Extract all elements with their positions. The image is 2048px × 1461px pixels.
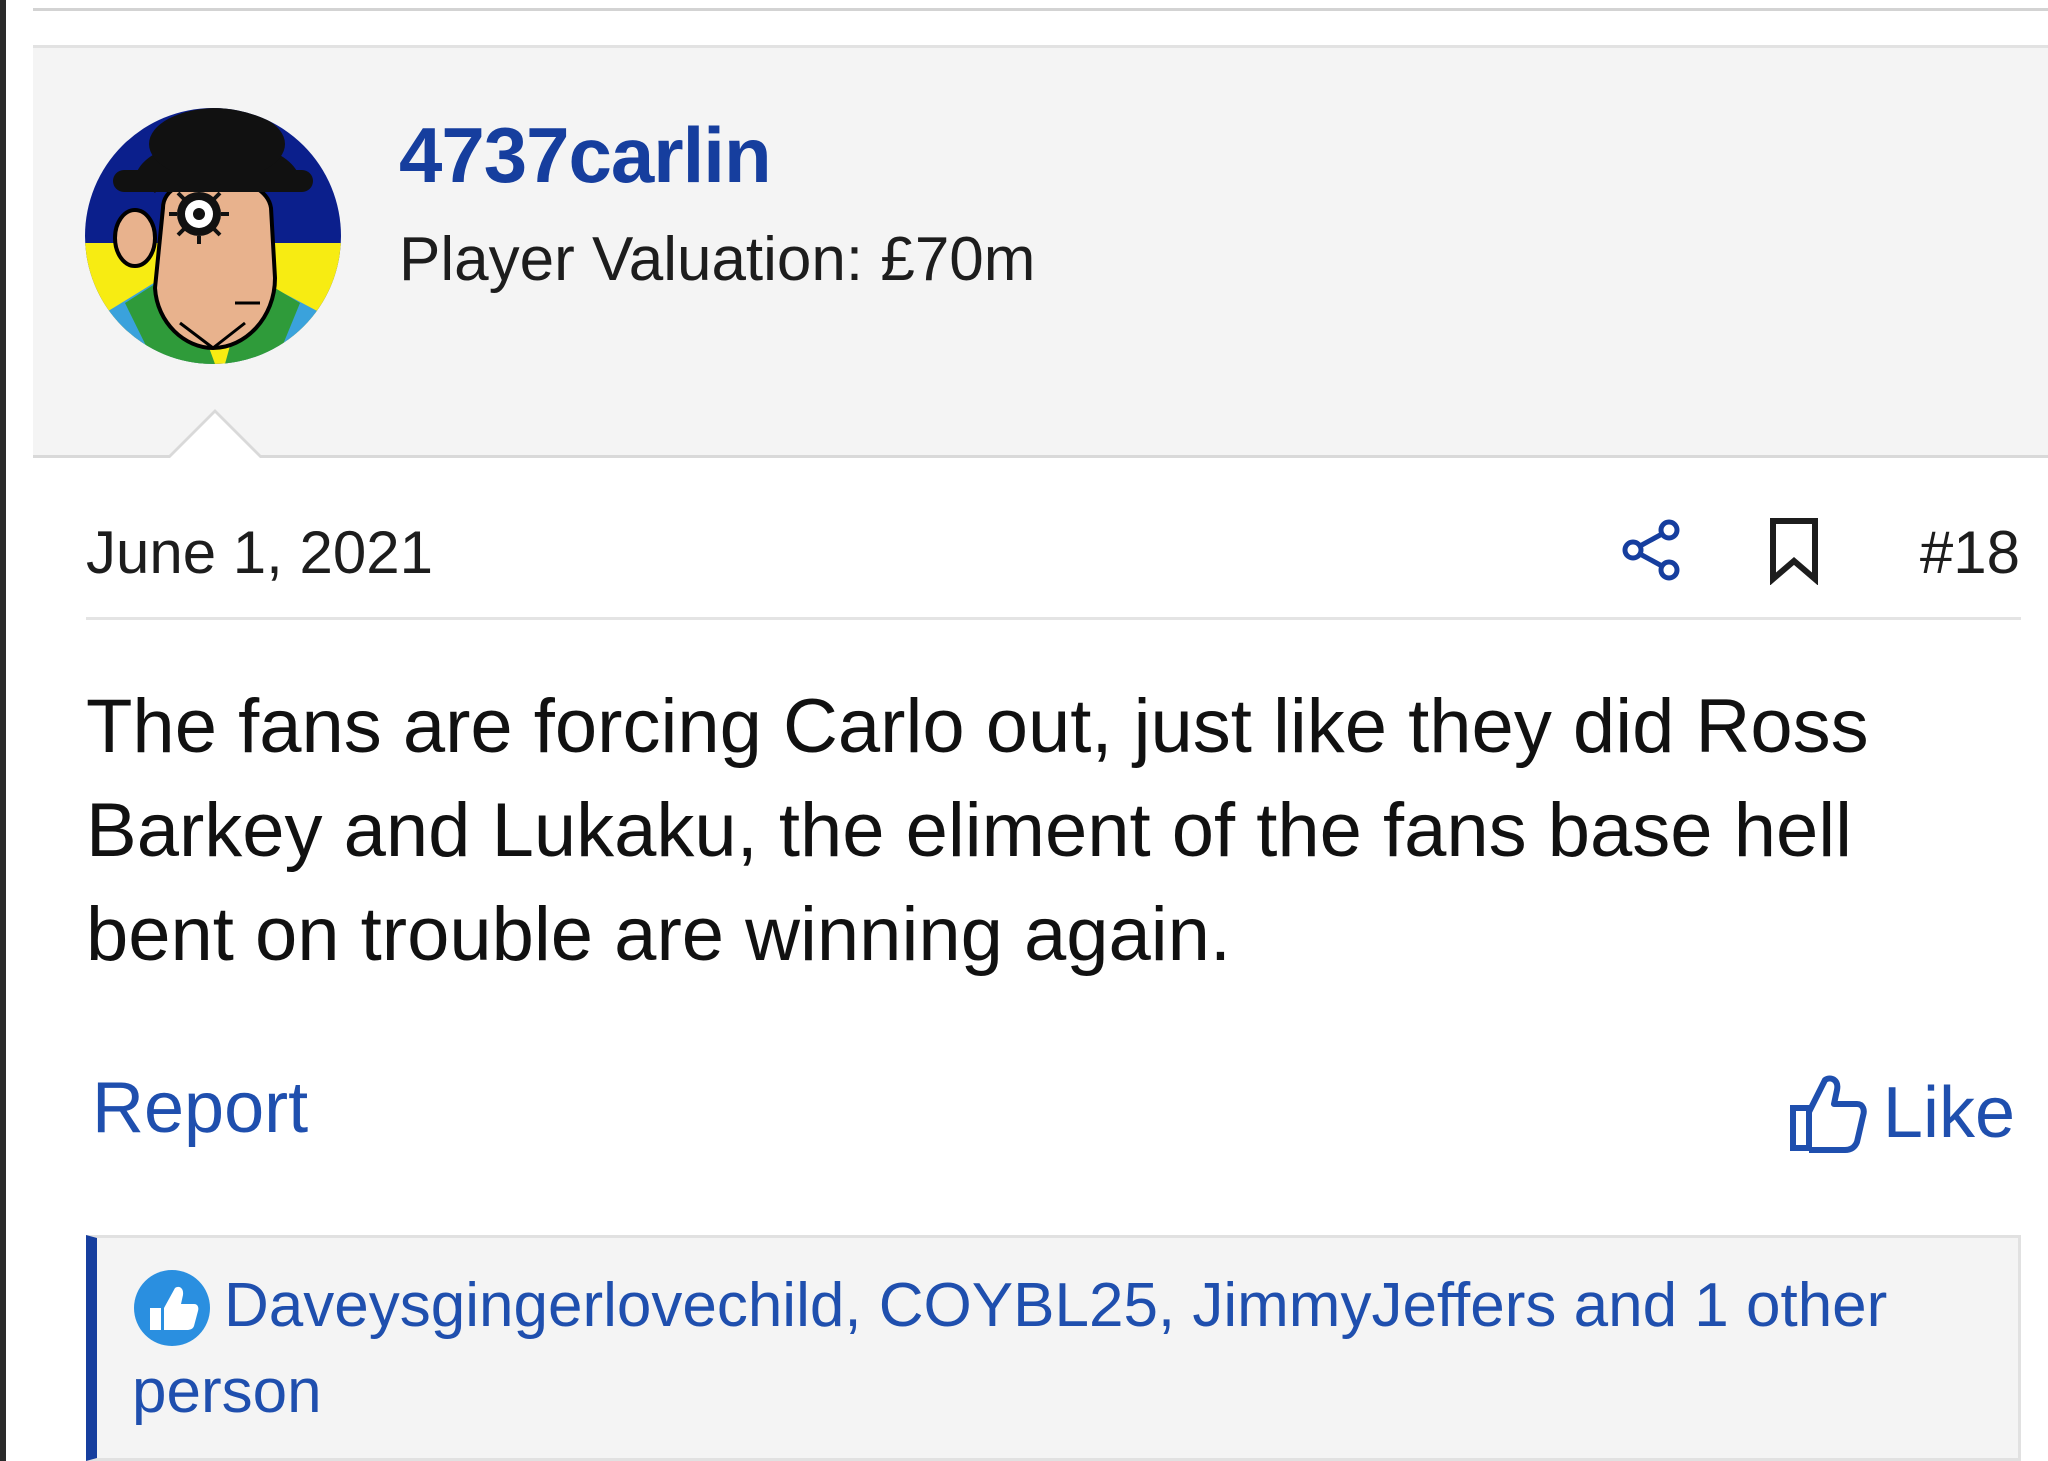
share-icon: [1622, 519, 1680, 581]
window-edge: [0, 0, 6, 1461]
post-user-header: 4737carlin Player Valuation: £70m: [33, 45, 2048, 458]
user-title: Player Valuation: £70m: [399, 225, 1036, 294]
bookmark-icon: [1770, 518, 1818, 586]
like-button[interactable]: Like: [1787, 1063, 2015, 1163]
post-message: The fans are forcing Carlo out, just lik…: [86, 684, 1869, 977]
user-avatar[interactable]: [85, 108, 341, 364]
username-link[interactable]: 4737carlin: [399, 110, 772, 201]
like-label: Like: [1882, 1073, 2015, 1153]
post-number-link[interactable]: #18: [1920, 518, 2020, 587]
post-meta-divider: [86, 617, 2021, 620]
previous-post-divider: [33, 8, 2048, 11]
reactions-summary: Daveysgingerlovechild, COYBL25, JimmyJef…: [132, 1263, 1972, 1435]
report-link[interactable]: Report: [92, 1067, 308, 1149]
bookmark-button[interactable]: [1759, 515, 1829, 586]
avatar-image: [85, 108, 341, 364]
header-pointer: [169, 413, 261, 459]
forum-post: 4737carlin Player Valuation: £70m June 1…: [33, 45, 2048, 1461]
thumbs-up-icon: [1789, 1075, 1867, 1153]
post-date-link[interactable]: June 1, 2021: [86, 518, 433, 587]
share-button[interactable]: [1617, 515, 1687, 585]
reactions-bar: Daveysgingerlovechild, COYBL25, JimmyJef…: [86, 1235, 2021, 1461]
like-reaction-icon: [134, 1270, 210, 1346]
reactions-users-link[interactable]: Daveysgingerlovechild, COYBL25, JimmyJef…: [132, 1271, 1887, 1426]
